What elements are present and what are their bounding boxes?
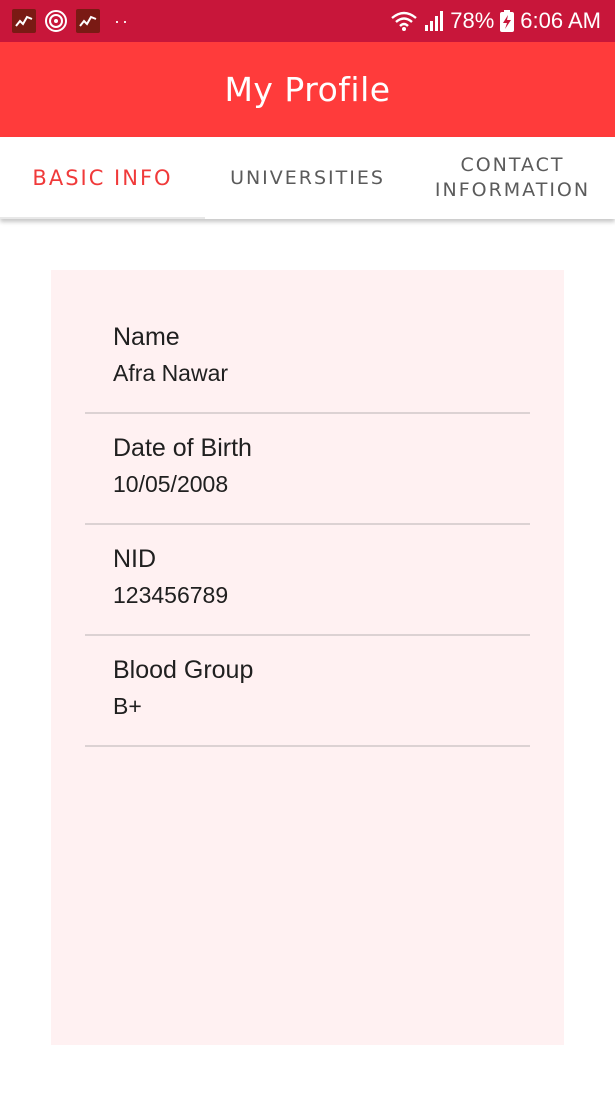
field-value: 10/05/2008 [113,471,229,497]
stock-chart-icon [12,9,36,33]
stock-chart-icon [76,9,100,33]
tab-contact-information[interactable]: CONTACT INFORMATION [410,137,615,219]
clock: 6:06 AM [520,8,601,33]
wifi-icon [390,10,418,32]
system-indicators: 78% 6:06 AM [390,8,601,34]
page-title: My Profile [224,70,391,109]
tab-bar: BASIC INFO UNIVERSITIES CONTACT INFORMATI… [0,137,615,219]
field-date-of-birth: Date of Birth 10/05/2008 [85,414,530,525]
status-bar: ·· 78% 6:06 AM [0,0,615,42]
battery-charging-icon [500,10,515,32]
tab-basic-info[interactable]: BASIC INFO [0,137,205,219]
field-label: Blood Group [113,656,254,684]
notification-icons: ·· [12,9,130,33]
field-value: B+ [113,693,142,719]
field-label: Date of Birth [113,434,252,462]
app-bar: My Profile [0,42,615,137]
field-value: 123456789 [113,582,229,608]
field-value: Afra Nawar [113,360,229,386]
tab-universities[interactable]: UNIVERSITIES [205,137,410,219]
more-notifications-dots: ·· [114,11,130,31]
basic-info-card: Name Afra Nawar Date of Birth 10/05/2008… [51,270,564,1045]
field-label: Name [113,323,180,351]
field-label: NID [113,545,157,573]
field-name: Name Afra Nawar [85,303,530,414]
ring-logo-icon [44,9,68,33]
battery-percent: 78% [450,8,495,33]
field-blood-group: Blood Group B+ [85,636,530,747]
field-nid: NID 123456789 [85,525,530,636]
signal-icon [424,10,444,32]
